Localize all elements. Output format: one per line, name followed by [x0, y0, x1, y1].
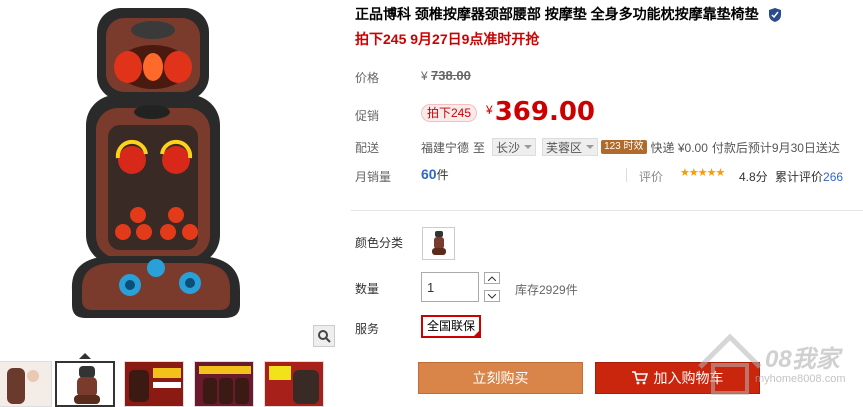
ship-from: 福建宁德	[421, 140, 470, 155]
shipping-row: 福建宁德 至 长沙 芙蓉区 123 时效 快递 ¥0.00 付款后预计9月30日…	[421, 137, 840, 157]
dropdown-caret-icon	[586, 145, 595, 149]
thumbnail-1[interactable]	[0, 361, 52, 407]
stock-text: 库存2929件	[515, 283, 578, 297]
service-label: 服务	[355, 322, 380, 336]
watermark-url: myhome8008.com	[755, 373, 846, 385]
service-option-label: 全国联保	[427, 319, 476, 333]
district-select-value: 芙蓉区	[546, 140, 583, 155]
product-gallery	[0, 0, 338, 407]
review-label: 评价	[639, 170, 664, 184]
original-price: ¥ 738.00	[421, 68, 471, 83]
chevron-down-icon	[488, 293, 496, 299]
rating-score: 4.8分	[739, 170, 768, 184]
service-option[interactable]: 全国联保 ✓	[421, 315, 482, 338]
promo-price: ¥369.00	[486, 97, 595, 127]
thumbnail-3[interactable]	[124, 361, 184, 407]
divider	[626, 168, 627, 182]
thumbnail-5[interactable]	[264, 361, 324, 407]
price-label: 价格	[355, 71, 380, 85]
dropdown-caret-icon	[524, 145, 533, 149]
sales-count: 60	[421, 166, 437, 182]
review-count-value: 266	[823, 170, 844, 184]
thumbnail-4[interactable]	[194, 361, 254, 407]
review-count-link[interactable]: 累计评价266	[775, 168, 843, 185]
zoom-icon	[318, 330, 331, 343]
promo-price-value: 369.00	[494, 97, 596, 127]
product-subtitle: 拍下245 9月27日9点准时开抢	[355, 31, 540, 47]
promo-label: 促销	[355, 109, 380, 123]
house-logo-icon	[698, 333, 762, 395]
section-divider	[351, 210, 863, 211]
promo-row	[338, 92, 863, 130]
shipping-label: 配送	[355, 141, 380, 155]
cart-icon	[631, 371, 648, 385]
ship-to-text: 至	[473, 140, 486, 155]
buy-now-label: 立刻购买	[472, 370, 529, 386]
city-select[interactable]: 长沙	[492, 138, 537, 156]
check-icon: ✓	[473, 330, 480, 337]
chevron-up-icon	[488, 275, 496, 281]
shipping-method: 快递 ¥0.00	[650, 140, 708, 155]
color-label: 颜色分类	[355, 236, 404, 250]
watermark: 08我家 myhome8008.com	[695, 325, 863, 407]
promo-price-currency: ¥	[486, 103, 493, 117]
review-count-label: 累计评价	[775, 170, 824, 184]
rating-stars-icon: ★★★★★	[680, 167, 725, 179]
color-option-swatch[interactable]	[422, 227, 455, 260]
main-product-image[interactable]	[0, 0, 338, 350]
promo-badge: 拍下245	[421, 104, 478, 122]
product-title-text: 正品博科 颈椎按摩器颈部腰部 按摩垫 全身多功能枕按摩靠垫椅垫	[355, 6, 759, 22]
monthly-sales: 60件	[421, 166, 449, 183]
district-select[interactable]: 芙蓉区	[542, 138, 599, 156]
thumbnail-strip	[0, 358, 338, 407]
sales-unit: 件	[436, 168, 449, 182]
quantity-decrease-button[interactable]	[484, 290, 500, 302]
quantity-increase-button[interactable]	[484, 272, 500, 284]
shield-icon	[768, 8, 781, 22]
city-select-value: 长沙	[496, 140, 521, 155]
original-price-currency: ¥	[421, 69, 428, 83]
watermark-text: 08我家	[765, 346, 840, 373]
thumbnail-2[interactable]	[55, 361, 115, 407]
original-price-value: 738.00	[431, 68, 471, 83]
buy-now-button[interactable]: 立刻购买	[418, 362, 583, 394]
quantity-label: 数量	[355, 282, 380, 296]
zoom-button[interactable]	[313, 325, 335, 347]
sales-label: 月销量	[355, 170, 392, 184]
delivery-time-badge: 123 时效	[601, 140, 647, 154]
shipping-note: 付款后预计9月30日送达	[711, 140, 840, 155]
product-title: 正品博科 颈椎按摩器颈部腰部 按摩垫 全身多功能枕按摩靠垫椅垫	[355, 5, 860, 23]
quantity-input[interactable]	[421, 272, 479, 302]
